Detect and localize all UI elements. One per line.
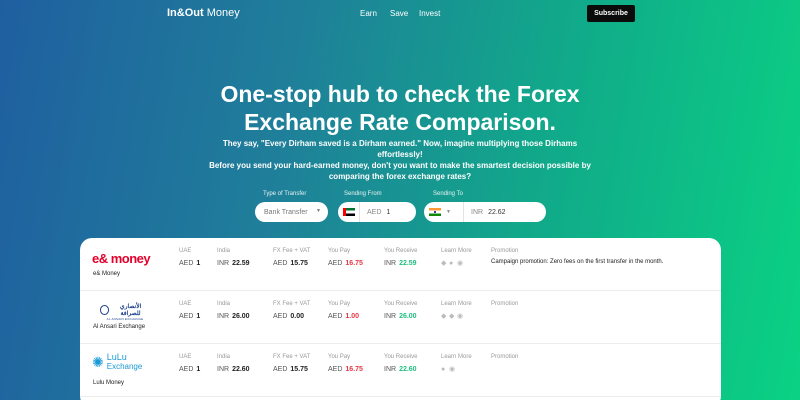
web-icon[interactable]: ◉: [457, 313, 463, 320]
learn-more-icons[interactable]: ● ◉: [441, 366, 455, 373]
sending-from-label: Sending From: [344, 191, 382, 197]
from-currency: AED: [367, 208, 382, 216]
uae-amount: AED 1: [179, 260, 201, 267]
col-label-india: India: [217, 354, 231, 360]
you-receive: INR 22.59: [384, 260, 417, 267]
nav-invest-link[interactable]: Invest: [419, 9, 440, 18]
web-icon[interactable]: ◉: [457, 260, 463, 267]
uae-amount: AED 1: [179, 366, 201, 373]
country-select[interactable]: ▼: [424, 202, 464, 222]
col-label-receive: You Receive: [384, 354, 418, 360]
col-label-uae: UAE: [179, 301, 192, 307]
col-label-fx: FX Fee + VAT: [273, 301, 311, 307]
col-label-pay: You Pay: [328, 301, 351, 307]
col-label-promo: Promotion: [491, 301, 519, 307]
you-receive: INR 26.00: [384, 313, 417, 320]
top-nav: In&Out Money Earn Save Invest Subscribe: [0, 0, 800, 28]
fx-fee: AED 15.75: [273, 366, 308, 373]
col-label-learn: Learn More: [441, 301, 472, 307]
col-label-pay: You Pay: [328, 248, 351, 254]
col-label-uae: UAE: [179, 354, 192, 360]
learn-more-icons[interactable]: ◆ ◆ ◉: [441, 313, 463, 320]
transfer-type-value: Bank Transfer: [264, 208, 308, 216]
web-icon[interactable]: ◉: [449, 366, 455, 373]
promotion-text: Campaign promotion: Zero fees on the fir…: [491, 259, 664, 265]
col-label-india: India: [217, 301, 231, 307]
col-label-pay: You Pay: [328, 354, 351, 360]
col-label-promo: Promotion: [491, 354, 519, 360]
sending-from-field[interactable]: AED 1: [338, 202, 416, 222]
india-flag-icon: [429, 208, 441, 216]
android-icon[interactable]: ◆: [441, 313, 447, 320]
chevron-down-icon: ▼: [316, 208, 321, 214]
table-row[interactable]: ✺ LuLu Exchange Lulu Money UAE AED 1 Indi…: [80, 344, 721, 397]
you-pay: AED 1.00: [328, 313, 360, 320]
india-amount: INR 22.59: [217, 260, 250, 267]
you-receive: INR 22.60: [384, 366, 417, 373]
col-label-receive: You Receive: [384, 248, 418, 254]
provider-name: Lulu Money: [93, 380, 125, 386]
provider-name: Al Ansari Exchange: [93, 324, 146, 330]
col-label-uae: UAE: [179, 248, 192, 254]
india-amount: INR 26.00: [217, 313, 250, 320]
lulu-exchange-logo: ✺ LuLu Exchange: [92, 352, 143, 372]
hero-subtitle: They say, "Every Dirham saved is a Dirha…: [209, 139, 591, 181]
hero-title: One-stop hub to check the Forex Exchange…: [220, 81, 580, 135]
table-row[interactable]: الأنصاري للصرافة AL ANSARI EXCHANGE Al A…: [80, 291, 721, 344]
apple-icon[interactable]: ◆: [449, 313, 455, 320]
you-pay: AED 16.75: [328, 260, 363, 267]
subscribe-button[interactable]: Subscribe: [587, 5, 635, 22]
learn-more-icons[interactable]: ◆ ● ◉: [441, 260, 463, 267]
brand-logo[interactable]: In&Out Money: [167, 7, 240, 19]
transfer-type-select[interactable]: Bank Transfer ▼: [255, 202, 328, 222]
india-amount: INR 22.60: [217, 366, 250, 373]
to-currency: INR: [471, 208, 484, 216]
col-label-fx: FX Fee + VAT: [273, 354, 311, 360]
uae-flag-icon: [338, 202, 360, 222]
eand-money-logo: e& money: [92, 251, 151, 266]
col-label-india: India: [217, 248, 231, 254]
col-label-learn: Learn More: [441, 354, 472, 360]
transfer-type-label: Type of Transfer: [263, 191, 307, 197]
apple-icon[interactable]: ●: [449, 260, 455, 267]
nav-earn-link[interactable]: Earn: [360, 9, 377, 18]
nav-save-link[interactable]: Save: [390, 9, 408, 18]
sending-to-label: Sending To: [433, 191, 463, 197]
col-label-receive: You Receive: [384, 301, 418, 307]
you-pay: AED 16.75: [328, 366, 363, 373]
to-amount-value: 22.62: [488, 208, 506, 216]
col-label-learn: Learn More: [441, 248, 472, 254]
chevron-down-icon: ▼: [446, 209, 451, 215]
provider-name: e& Money: [93, 271, 121, 277]
sending-to-field[interactable]: ▼ INR 22.62: [424, 202, 546, 222]
uae-amount: AED 1: [179, 313, 201, 320]
fx-fee: AED 15.75: [273, 260, 308, 267]
apple-icon[interactable]: ●: [441, 366, 447, 373]
col-label-fx: FX Fee + VAT: [273, 248, 311, 254]
results-card: e& money e& Money UAE AED 1 India INR 22.5…: [80, 238, 721, 400]
col-label-promo: Promotion: [491, 248, 519, 254]
android-icon[interactable]: ◆: [441, 260, 447, 267]
from-amount-input[interactable]: 1: [381, 209, 390, 216]
fx-fee: AED 0.00: [273, 313, 305, 320]
al-ansari-logo: الأنصاري للصرافة AL ANSARI EXCHANGE: [100, 303, 150, 321]
table-row[interactable]: e& money e& Money UAE AED 1 India INR 22.5…: [80, 238, 721, 291]
